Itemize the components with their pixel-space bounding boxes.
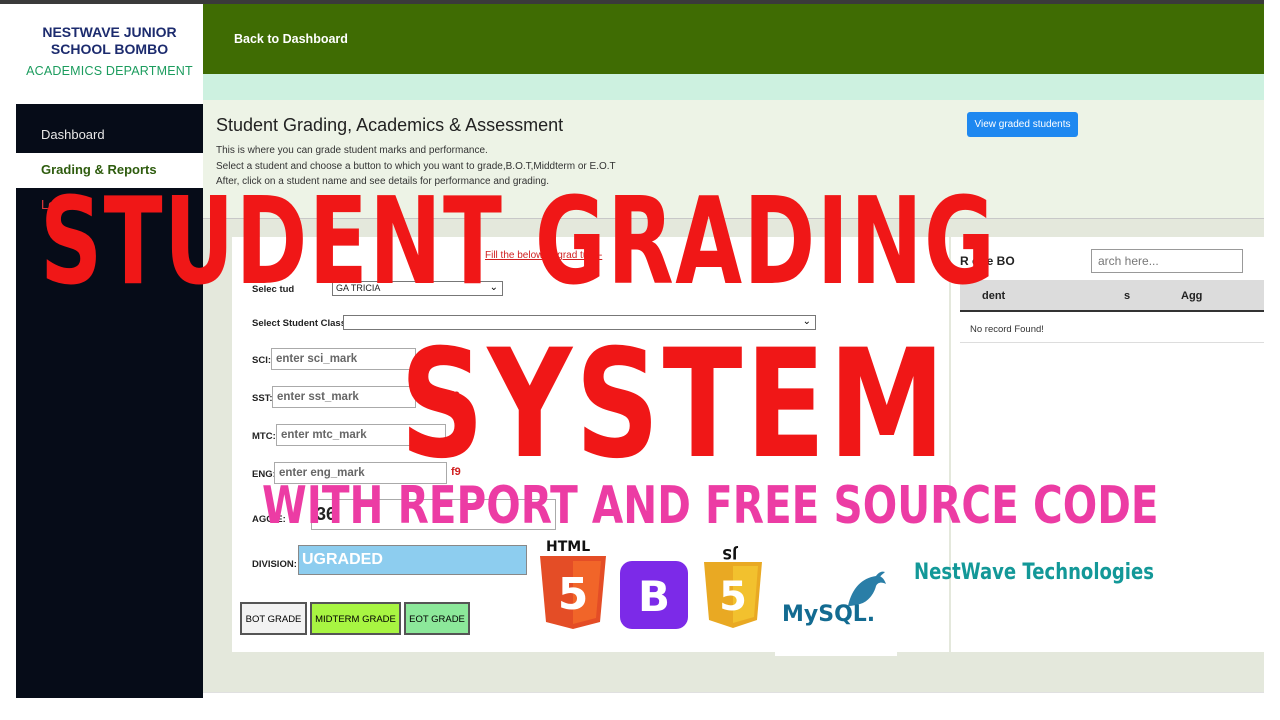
window-right-edge [1264,0,1280,720]
js-logo-label: JS [722,545,738,561]
description-line-1: This is where you can grade student mark… [216,145,488,156]
bot-grade-button[interactable]: BOT GRADE [240,602,307,635]
html-logo-label: HTML [546,539,591,555]
bootstrap-logo-letter: B [638,572,670,621]
division-value: UGRADED [298,545,527,575]
mtc-label: MTC: [252,431,276,442]
column-header-class: s [1124,290,1131,302]
midterm-grade-button[interactable]: MIDTERM GRADE [310,602,401,635]
svg-text:5: 5 [719,574,747,620]
page: NESTWAVE JUNIOR SCHOOL BOMBO ACADEMICS D… [0,0,1280,720]
brand-block: NESTWAVE JUNIOR SCHOOL BOMBO ACADEMICS D… [16,4,203,104]
division-label: DIVISION: [252,559,297,570]
view-graded-students-button[interactable]: View graded students [967,112,1078,137]
overlay-title-line1: STUDENT GRADING [40,173,997,312]
department-name: ACADEMICS DEPARTMENT [26,64,193,78]
eot-grade-button[interactable]: EOT GRADE [404,602,470,635]
top-header: Back to Dashboard [203,4,1264,74]
javascript-icon: 5 [704,562,762,628]
sidebar-item-dashboard[interactable]: Dashboard [16,118,203,153]
svg-text:5: 5 [558,569,589,620]
bootstrap-icon: B [620,561,688,629]
header-accent-band [203,74,1264,100]
description-line-2: Select a student and choose a button to … [216,160,616,172]
records-search-input[interactable]: arch here... [1091,249,1243,273]
mysql-logo-text: MySQL. [782,602,875,627]
company-name: NestWave Technologies [914,560,1154,585]
graded-records-panel: R ode BO arch here... dent s Agg No reco… [951,237,1264,652]
overlay-title-line2: SYSTEM [400,318,949,492]
school-name-line1: NESTWAVE JUNIOR [42,24,177,40]
mysql-icon: MySQL. [782,602,875,627]
empty-records-message: No record Found! [970,324,1044,335]
sci-mark-input[interactable]: enter sci_mark [271,348,416,370]
page-title: Student Grading, Academics & Assessment [216,115,564,135]
column-header-agg: Agg [1181,290,1203,302]
sidebar: NESTWAVE JUNIOR SCHOOL BOMBO ACADEMICS D… [16,4,203,698]
sst-label: SST: [252,393,273,404]
overlay-subtitle: WITH REPORT AND FREE SOURCE CODE [262,476,1159,536]
back-to-dashboard-link[interactable]: Back to Dashboard [234,32,348,46]
sci-label: SCI: [252,355,271,366]
records-table-header: dent s Agg [960,280,1264,312]
html5-icon: 5 [540,556,606,629]
school-name-line2: SCHOOL BOMBO [50,41,169,57]
class-select-label: Select Student Class [252,318,346,329]
sst-mark-input[interactable]: enter sst_mark [272,386,416,408]
footer-strip [203,692,1264,720]
table-row-divider [960,342,1264,343]
